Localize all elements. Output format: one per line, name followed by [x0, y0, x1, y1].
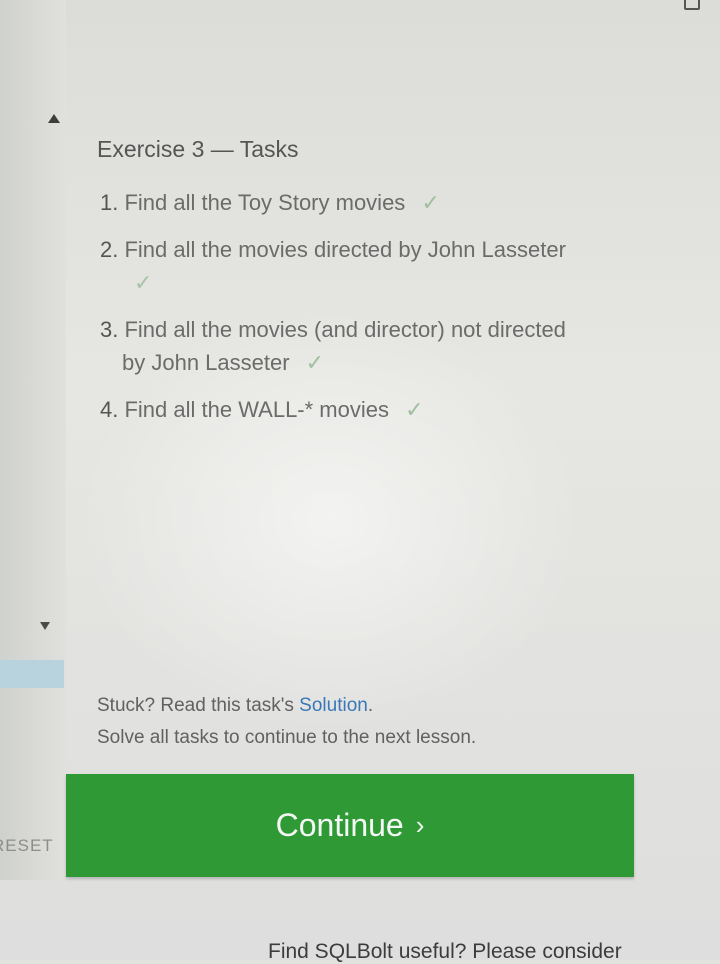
task-text: Find all the movies (and director) not d… [124, 317, 566, 342]
task-item: 1. Find all the Toy Story movies ✓ [100, 186, 630, 219]
task-number: 4. [100, 397, 119, 422]
task-item: 3. Find all the movies (and director) no… [100, 313, 630, 379]
editor-result-strip [0, 660, 64, 688]
reset-button[interactable]: RESET [0, 836, 54, 856]
checkmark-icon: ✓ [134, 270, 153, 295]
continue-label: Continue [275, 807, 404, 843]
task-item: 4. Find all the WALL-* movies ✓ [100, 393, 630, 426]
task-number: 3. [100, 317, 119, 342]
task-text-line2: by John Lasseter [122, 350, 290, 375]
solve-note: Solve all tasks to continue to the next … [97, 727, 477, 748]
task-list: 1. Find all the Toy Story movies ✓ 2. Fi… [100, 186, 630, 426]
task-number: 1. [100, 190, 119, 215]
continue-button[interactable]: Continue › [66, 774, 634, 877]
task-text: Find all the WALL-* movies [124, 397, 389, 422]
scroll-up-arrow-icon[interactable] [48, 114, 60, 123]
stuck-hint: Stuck? Read this task's Solution. [97, 695, 373, 717]
sql-editor-pane [0, 0, 66, 880]
task-text: Find all the movies directed by John Las… [124, 237, 566, 262]
stuck-prefix: Stuck? Read this task's [97, 695, 300, 716]
scroll-down-arrow-icon[interactable] [40, 622, 50, 630]
chevron-right-icon: › [415, 810, 425, 840]
stuck-suffix: . [367, 695, 374, 716]
checkmark-icon: ✓ [405, 397, 424, 422]
task-number: 2. [100, 237, 119, 262]
checkmark-icon: ✓ [305, 350, 325, 375]
task-text-continued: by John Lasseter ✓ [100, 346, 630, 379]
solution-link[interactable]: Solution [299, 695, 368, 716]
task-text: Find all the Toy Story movies [124, 190, 406, 215]
footer-note: Find SQLBolt useful? Please consider [268, 940, 622, 963]
exercise-title: Exercise 3 — Tasks [97, 136, 299, 162]
checkmark-icon: ✓ [421, 190, 440, 215]
task-item: 2. Find all the movies directed by John … [100, 233, 630, 299]
window-icon[interactable] [684, 0, 700, 10]
